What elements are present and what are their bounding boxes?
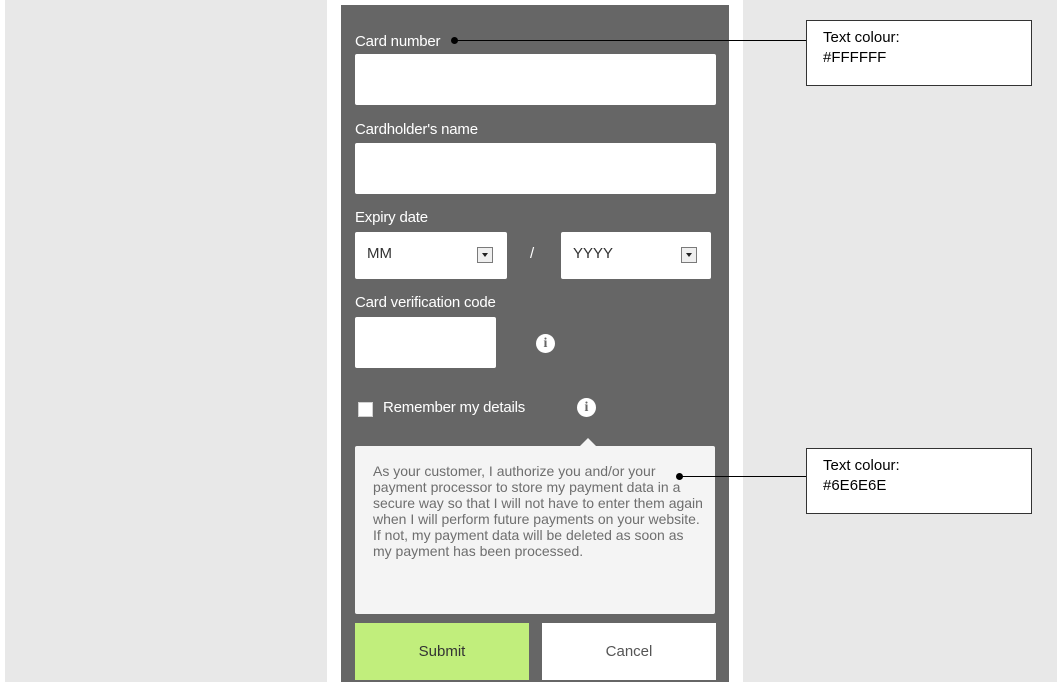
- expiry-month-select[interactable]: MM: [355, 232, 507, 279]
- annotation-callout: Text colour: #FFFFFF: [806, 20, 1032, 86]
- callout-value: #FFFFFF: [823, 49, 887, 66]
- card-number-label: Card number: [355, 33, 441, 50]
- dropdown-arrow-icon[interactable]: [681, 247, 697, 263]
- cancel-button[interactable]: Cancel: [542, 623, 716, 680]
- cardholder-name-input[interactable]: [355, 143, 716, 194]
- callout-leader-line: [680, 476, 807, 477]
- callout-title: Text colour:: [823, 457, 900, 474]
- callout-title: Text colour:: [823, 29, 900, 46]
- submit-button[interactable]: Submit: [355, 623, 529, 680]
- cvc-label: Card verification code: [355, 294, 496, 311]
- card-number-input[interactable]: [355, 54, 716, 105]
- cardholder-name-label: Cardholder's name: [355, 121, 478, 138]
- cvc-input[interactable]: [355, 317, 496, 368]
- dropdown-arrow-icon[interactable]: [477, 247, 493, 263]
- expiry-year-select[interactable]: YYYY: [561, 232, 711, 279]
- background-right: [743, 0, 1057, 682]
- expiry-month-value: MM: [367, 245, 392, 262]
- expiry-date-label: Expiry date: [355, 209, 428, 226]
- info-icon[interactable]: i: [577, 398, 596, 417]
- expiry-separator: /: [530, 245, 535, 262]
- callout-leader-line: [455, 40, 806, 41]
- annotation-callout: Text colour: #6E6E6E: [806, 448, 1032, 514]
- tooltip-text: As your customer, I authorize you and/or…: [373, 463, 703, 559]
- background-left: [5, 0, 327, 682]
- info-icon[interactable]: i: [536, 334, 555, 353]
- remember-details-checkbox[interactable]: [358, 402, 373, 417]
- remember-details-label: Remember my details: [383, 399, 526, 416]
- expiry-year-value: YYYY: [573, 245, 614, 262]
- remember-details-tooltip: As your customer, I authorize you and/or…: [355, 438, 715, 614]
- callout-value: #6E6E6E: [823, 477, 887, 494]
